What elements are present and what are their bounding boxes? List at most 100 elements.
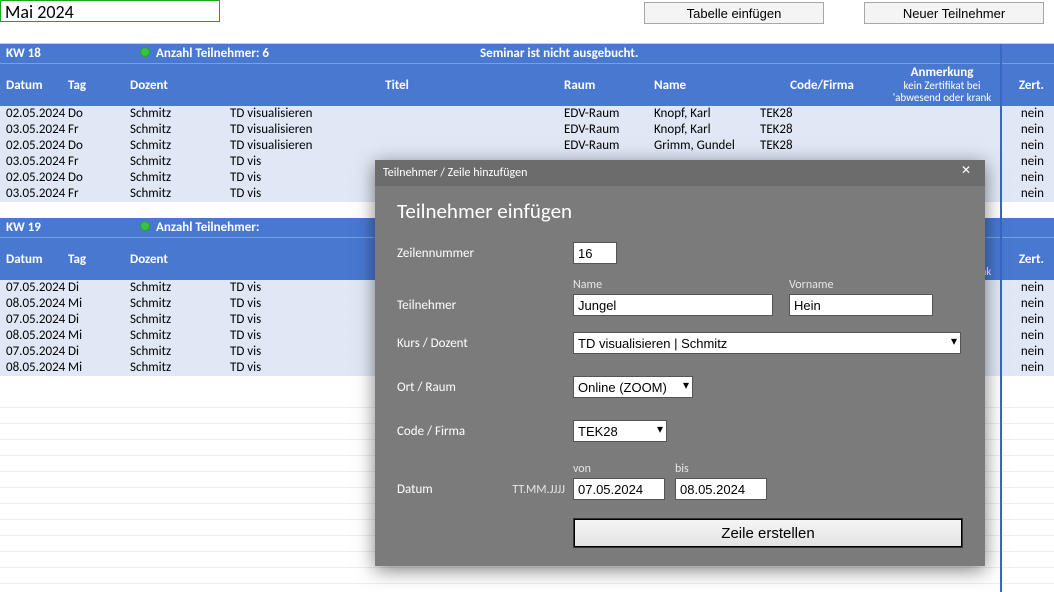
col-anmerkung: Anmerkungkein Zertifikat bei'abwesend od… [884, 66, 1000, 104]
cell-dozent: Schmitz [130, 106, 230, 121]
cell-name: Knopf, Karl [654, 106, 760, 121]
cell-code: TEK28 [760, 138, 884, 153]
cell-titel: TD visualisieren [230, 106, 564, 121]
course-label: Kurs / Dozent [397, 336, 573, 351]
cell-dozent: Schmitz [130, 344, 230, 359]
col-raum: Raum [564, 78, 654, 93]
cell-name: Grimm, Gundel [654, 138, 760, 153]
cell-datum: 02.05.2024 [0, 106, 68, 121]
cell-zert: nein [1000, 312, 1054, 327]
rownum-label: Zeilennummer [397, 246, 573, 261]
cell-tag: Do [68, 106, 130, 121]
col-titel: Titel [230, 78, 564, 93]
cell-zert: nein [1000, 106, 1054, 121]
code-label: Code / Firma [397, 424, 573, 439]
cell-zert: nein [1000, 154, 1054, 169]
week-band: KW 18Anzahl Teilnehmer: 6Seminar ist nic… [0, 44, 1054, 64]
cell-dozent: Schmitz [130, 186, 230, 201]
cell-zert: nein [1000, 280, 1054, 295]
new-participant-button[interactable]: Neuer Teilnehmer [864, 2, 1044, 24]
name-caption: Name [573, 278, 773, 292]
close-icon[interactable]: ✕ [955, 163, 977, 183]
cell-zert: nein [1000, 170, 1054, 185]
col-name: Name [654, 78, 760, 93]
cell-dozent: Schmitz [130, 122, 230, 137]
cell-datum: 03.05.2024 [0, 154, 68, 169]
room-select[interactable]: Online (ZOOM) [573, 376, 693, 398]
col-dozent: Dozent [130, 78, 230, 93]
week-number: KW 19 [0, 220, 140, 235]
cell-dozent: Schmitz [130, 138, 230, 153]
dialog-titlebar[interactable]: Teilnehmer / Zeile hinzufügen ✕ [375, 160, 985, 186]
firstname-caption: Vorname [789, 278, 933, 292]
cell-tag: Fr [68, 122, 130, 137]
cell-dozent: Schmitz [130, 154, 230, 169]
cell-dozent: Schmitz [130, 360, 230, 375]
create-row-button[interactable]: Zeile erstellen [573, 518, 963, 548]
col-dozent: Dozent [130, 252, 230, 267]
cell-tag: Mi [68, 328, 130, 343]
cell-code: TEK28 [760, 106, 884, 121]
to-caption: bis [675, 462, 767, 476]
cell-zert: nein [1000, 344, 1054, 359]
cell-datum: 03.05.2024 [0, 186, 68, 201]
seminar-status: Seminar ist nicht ausgebucht. [480, 46, 1054, 61]
cell-datum: 08.05.2024 [0, 296, 68, 311]
cell-dozent: Schmitz [130, 328, 230, 343]
cell-dozent: Schmitz [130, 280, 230, 295]
date-format-hint: TT.MM.JJJJ [507, 483, 573, 500]
course-select[interactable]: TD visualisieren | Schmitz [573, 332, 961, 354]
code-select[interactable]: TEK28 [573, 420, 667, 442]
col-tag: Tag [68, 252, 130, 267]
cell-raum: EDV-Raum [564, 138, 654, 153]
col-tag: Tag [68, 78, 130, 93]
participant-count: Anzahl Teilnehmer: 6 [140, 46, 480, 61]
date-from-input[interactable] [573, 478, 665, 500]
cell-tag: Di [68, 344, 130, 359]
insert-table-button[interactable]: Tabelle einfügen [644, 2, 824, 24]
room-label: Ort / Raum [397, 380, 573, 395]
cell-datum: 07.05.2024 [0, 312, 68, 327]
date-to-input[interactable] [675, 478, 767, 500]
dialog-title-text: Teilnehmer / Zeile hinzufügen [383, 166, 527, 180]
table-row[interactable]: 02.05.2024DoSchmitzTD visualisierenEDV-R… [0, 138, 1054, 154]
cell-datum: 03.05.2024 [0, 122, 68, 137]
cell-tag: Di [68, 312, 130, 327]
cell-datum: 02.05.2024 [0, 170, 68, 185]
cell-zert: nein [1000, 296, 1054, 311]
week-number: KW 18 [0, 46, 140, 61]
cell-tag: Fr [68, 154, 130, 169]
cell-dozent: Schmitz [130, 170, 230, 185]
cell-datum: 07.05.2024 [0, 344, 68, 359]
participant-label: Teilnehmer [397, 298, 573, 316]
cell-tag: Di [68, 280, 130, 295]
col-datum: Datum [0, 252, 68, 267]
cell-dozent: Schmitz [130, 312, 230, 327]
cell-dozent: Schmitz [130, 296, 230, 311]
cell-titel: TD visualisieren [230, 122, 564, 137]
firstname-input[interactable] [789, 294, 933, 316]
col-zert: Zert. [1000, 252, 1054, 267]
month-title-cell[interactable]: Mai 2024 [0, 0, 220, 22]
table-row[interactable]: 02.05.2024DoSchmitzTD visualisierenEDV-R… [0, 106, 1054, 122]
cell-datum: 08.05.2024 [0, 328, 68, 343]
cell-datum: 08.05.2024 [0, 360, 68, 375]
cell-datum: 02.05.2024 [0, 138, 68, 153]
from-caption: von [573, 462, 665, 476]
table-row[interactable]: 03.05.2024FrSchmitzTD visualisierenEDV-R… [0, 122, 1054, 138]
cell-zert: nein [1000, 328, 1054, 343]
cell-raum: EDV-Raum [564, 106, 654, 121]
cell-tag: Mi [68, 296, 130, 311]
col-zert: Zert. [1000, 78, 1054, 93]
cell-name: Knopf, Karl [654, 122, 760, 137]
cell-titel: TD visualisieren [230, 138, 564, 153]
lastname-input[interactable] [573, 294, 773, 316]
cell-zert: nein [1000, 122, 1054, 137]
rownum-input[interactable] [573, 242, 617, 264]
column-header-row: DatumTagDozentTitelRaumNameCode/FirmaAnm… [0, 64, 1054, 106]
add-participant-dialog: Teilnehmer / Zeile hinzufügen ✕ Teilnehm… [375, 160, 985, 566]
cell-code: TEK28 [760, 122, 884, 137]
status-dot-icon [140, 221, 150, 231]
status-dot-icon [140, 47, 150, 57]
cell-zert: nein [1000, 186, 1054, 201]
